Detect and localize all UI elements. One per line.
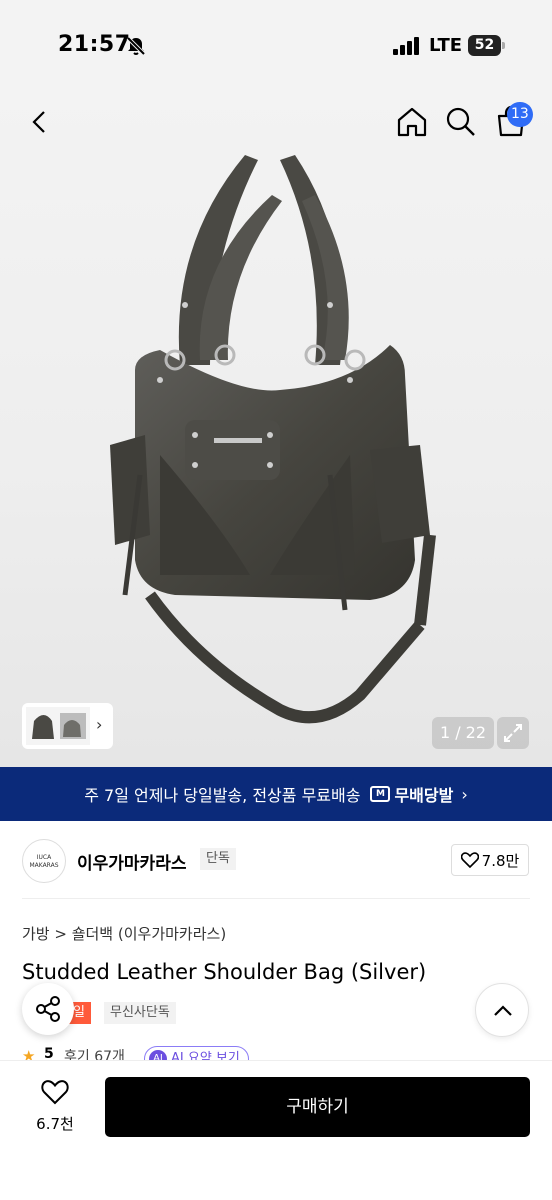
share-button[interactable] <box>22 983 74 1035</box>
signal-icon <box>393 37 419 55</box>
status-time: 21:57 <box>58 32 131 57</box>
chevron-right-icon: › <box>461 784 468 804</box>
breadcrumb[interactable]: 가방 > 숄더백 (이우가마카라스) <box>22 923 226 944</box>
divider <box>22 898 530 899</box>
heart-icon <box>460 852 479 868</box>
expand-icon[interactable] <box>497 717 529 749</box>
brand-name[interactable]: 이우가마카라스 <box>77 849 186 874</box>
promo-text: 주 7일 언제나 당일발송, 전상품 무료배송 <box>84 786 361 805</box>
heart-icon <box>41 1080 69 1105</box>
battery-icon: 52 <box>468 35 506 56</box>
chevron-up-icon <box>494 1005 512 1016</box>
cart-count-badge: 13 <box>507 102 533 127</box>
product-gallery[interactable]: 13 › 1 / 22 <box>0 90 552 767</box>
status-bar: 21:57 LTE 52 <box>0 0 552 90</box>
brand-logo[interactable]: IUCA MAKARAS <box>22 839 66 883</box>
network-label: LTE <box>429 35 463 56</box>
free-shipping-logo: M 무배당발 <box>370 782 453 806</box>
product-title: Studded Leather Shoulder Bag (Silver) <box>22 960 427 984</box>
musinsa-exclusive-tag: 무신사단독 <box>104 1002 176 1024</box>
image-counter: 1 / 22 <box>432 717 494 749</box>
exclusive-tag: 단독 <box>200 848 236 870</box>
bottom-action-bar: 6.7천 구매하기 <box>0 1060 552 1200</box>
thumbnail-chevron-icon[interactable]: › <box>96 715 102 734</box>
product-like-button[interactable]: 6.7천 <box>20 1079 90 1134</box>
brand-like-count: 7.8만 <box>481 851 520 870</box>
product-image <box>110 155 436 724</box>
search-icon[interactable] <box>441 102 481 142</box>
scroll-top-button[interactable] <box>475 983 529 1037</box>
home-icon[interactable] <box>392 102 432 142</box>
share-icon <box>36 996 60 1022</box>
back-icon[interactable] <box>20 102 60 142</box>
promo-banner[interactable]: 주 7일 언제나 당일발송, 전상품 무료배송 M 무배당발 › <box>0 767 552 821</box>
delivery-truck-icon: M <box>370 786 391 802</box>
buy-button[interactable]: 구매하기 <box>105 1077 530 1137</box>
thumbnail-strip[interactable]: › <box>22 703 113 749</box>
bell-slash-icon <box>126 36 146 56</box>
promo-logo-label: 무배당발 <box>394 786 454 805</box>
brand-row[interactable]: IUCA MAKARAS 이우가마카라스 단독 7.8만 <box>0 833 552 889</box>
brand-like-button[interactable]: 7.8만 <box>451 844 529 876</box>
product-like-count: 6.7천 <box>36 1115 74 1133</box>
thumbnail-image[interactable] <box>26 707 90 745</box>
battery-level: 52 <box>468 35 501 56</box>
